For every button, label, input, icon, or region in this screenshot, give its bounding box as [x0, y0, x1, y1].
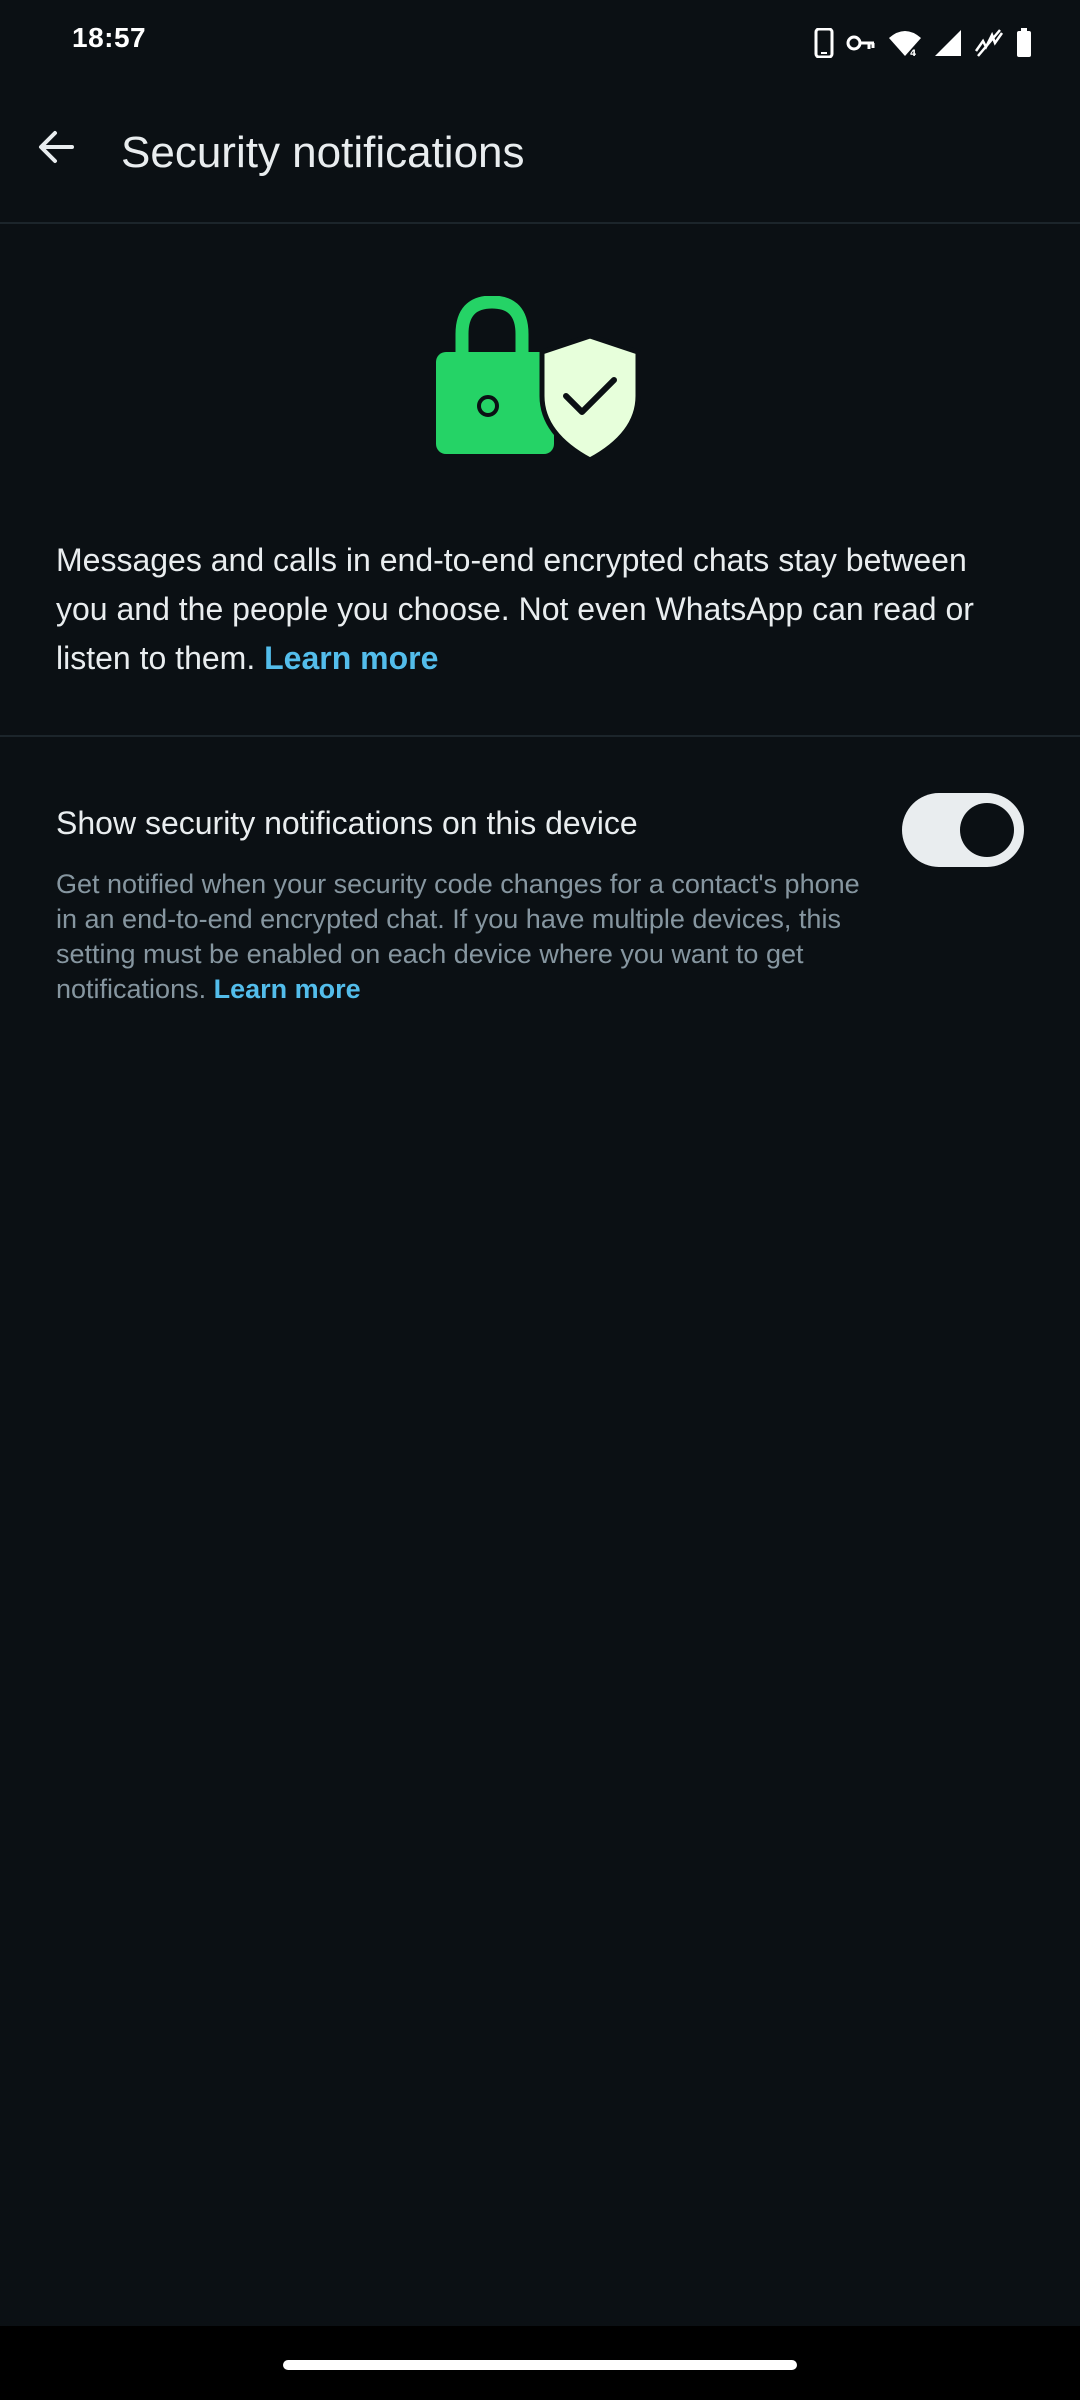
intro-text: Messages and calls in end-to-end encrypt…: [56, 536, 1016, 683]
setting-description-text: Get notified when your security code cha…: [56, 869, 860, 1004]
signal-icon: [934, 29, 962, 57]
setting-learn-more-link[interactable]: Learn more: [214, 974, 361, 1004]
security-notifications-setting[interactable]: Show security notifications on this devi…: [0, 785, 1080, 1015]
back-button[interactable]: [24, 117, 88, 181]
status-icons: 4: [814, 26, 1032, 60]
status-time: 18:57: [72, 22, 147, 53]
battery-icon: [1016, 28, 1032, 58]
lock-shield-illustration: [436, 296, 641, 463]
intro-body: Messages and calls in end-to-end encrypt…: [56, 542, 974, 676]
setting-description: Get notified when your security code cha…: [56, 867, 886, 1007]
status-bar: 18:57 4: [0, 0, 1080, 84]
shield-check-icon: [539, 333, 641, 463]
app-bar: Security notifications: [0, 84, 1080, 224]
setting-title: Show security notifications on this devi…: [56, 805, 638, 841]
security-illustration: [0, 296, 1080, 466]
learn-more-link[interactable]: Learn more: [264, 640, 438, 676]
vpn-key-icon: [846, 33, 876, 53]
home-gesture-handle[interactable]: [283, 2360, 797, 2370]
phone-icon: [814, 28, 834, 58]
security-notifications-toggle[interactable]: [902, 793, 1024, 867]
navigation-bar: [0, 2326, 1080, 2400]
toggle-thumb: [960, 803, 1014, 857]
arrow-left-icon: [36, 127, 76, 172]
svg-text:4: 4: [910, 49, 916, 57]
lock-icon: [436, 296, 554, 454]
section-divider: [0, 735, 1080, 737]
no-signal-icon: [974, 29, 1004, 57]
page-title: Security notifications: [121, 128, 525, 177]
wifi-icon: 4: [888, 29, 922, 57]
